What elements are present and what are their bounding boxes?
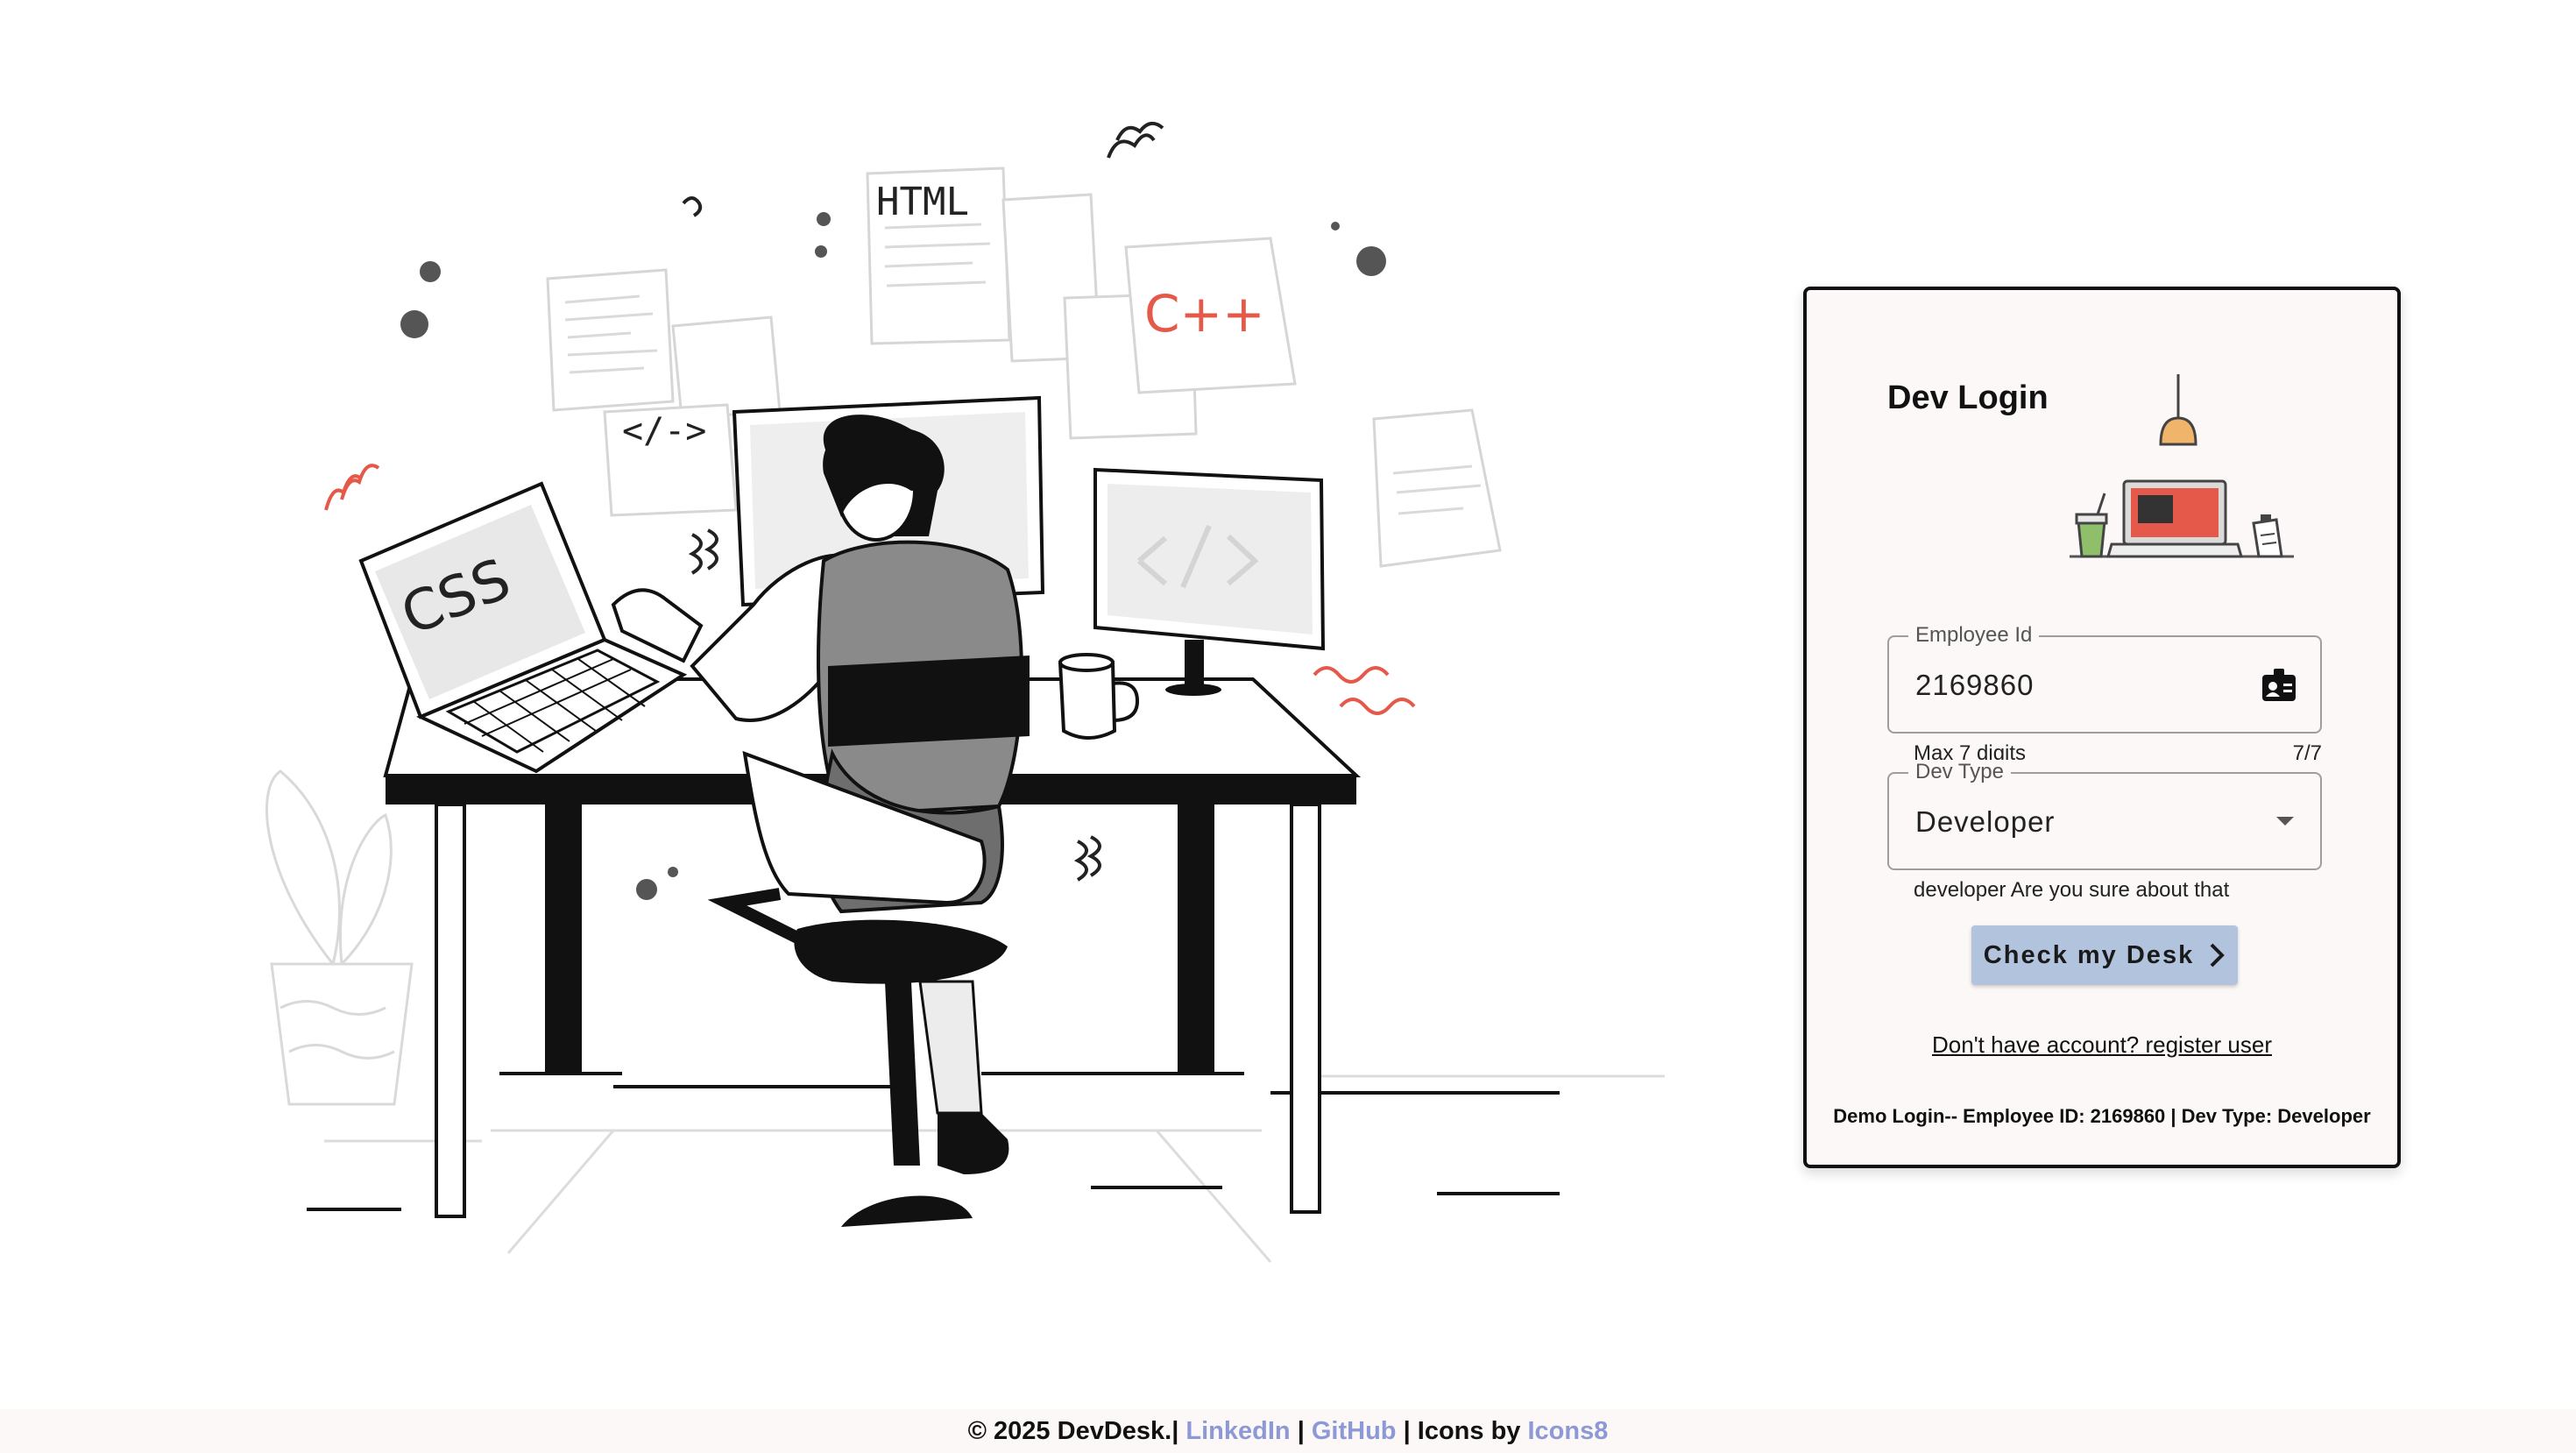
chevron-right-icon [2210, 943, 2226, 967]
check-my-desk-label: Check my Desk [1983, 940, 2195, 969]
desk-illustration-icon [2070, 479, 2294, 558]
icons8-link[interactable]: Icons8 [1527, 1417, 1608, 1445]
footer-separator: | [1297, 1417, 1305, 1445]
code-tag-label: </-> [622, 411, 706, 451]
linkedin-link[interactable]: LinkedIn [1185, 1417, 1290, 1445]
check-my-desk-button[interactable]: Check my Desk [1971, 925, 2238, 985]
employee-id-counter: 7/7 [2292, 741, 2322, 765]
footer-icons-by: | Icons by [1403, 1417, 1521, 1445]
dev-type-helper: developer Are you sure about that [1914, 878, 2230, 902]
dropdown-arrow-icon[interactable] [2275, 814, 2296, 828]
employee-id-field[interactable]: Employee Id 2169860 [1887, 623, 2322, 734]
employee-id-legend: Employee Id [1908, 623, 2040, 648]
dev-type-legend: Dev Type [1908, 760, 2011, 784]
cpp-label: C++ [1144, 284, 1265, 344]
register-user-link[interactable]: Don't have account? register user [1807, 1031, 2397, 1059]
employee-id-input[interactable]: 2169860 [1915, 669, 2034, 702]
footer-copyright: © 2025 DevDesk.| [967, 1417, 1179, 1445]
developer-desk-illustration: HTML C++ </-> CSS [265, 121, 1665, 1263]
dev-type-value[interactable]: Developer [1915, 805, 2055, 839]
demo-login-info: Demo Login-- Employee ID: 2169860 | Dev … [1833, 1105, 2371, 1127]
github-link[interactable]: GitHub [1312, 1417, 1397, 1445]
login-card: Dev Login Employee Id 2169860 Max 7 digi… [1803, 287, 2401, 1168]
html-label: HTML [876, 180, 969, 224]
ceiling-lamp-icon [2159, 374, 2197, 446]
card-title: Dev Login [1887, 379, 2049, 416]
dev-type-select[interactable]: Dev Type Developer [1887, 760, 2322, 870]
badge-icon [2262, 669, 2296, 701]
footer: © 2025 DevDesk.| LinkedIn | GitHub | Ico… [0, 1409, 2576, 1453]
